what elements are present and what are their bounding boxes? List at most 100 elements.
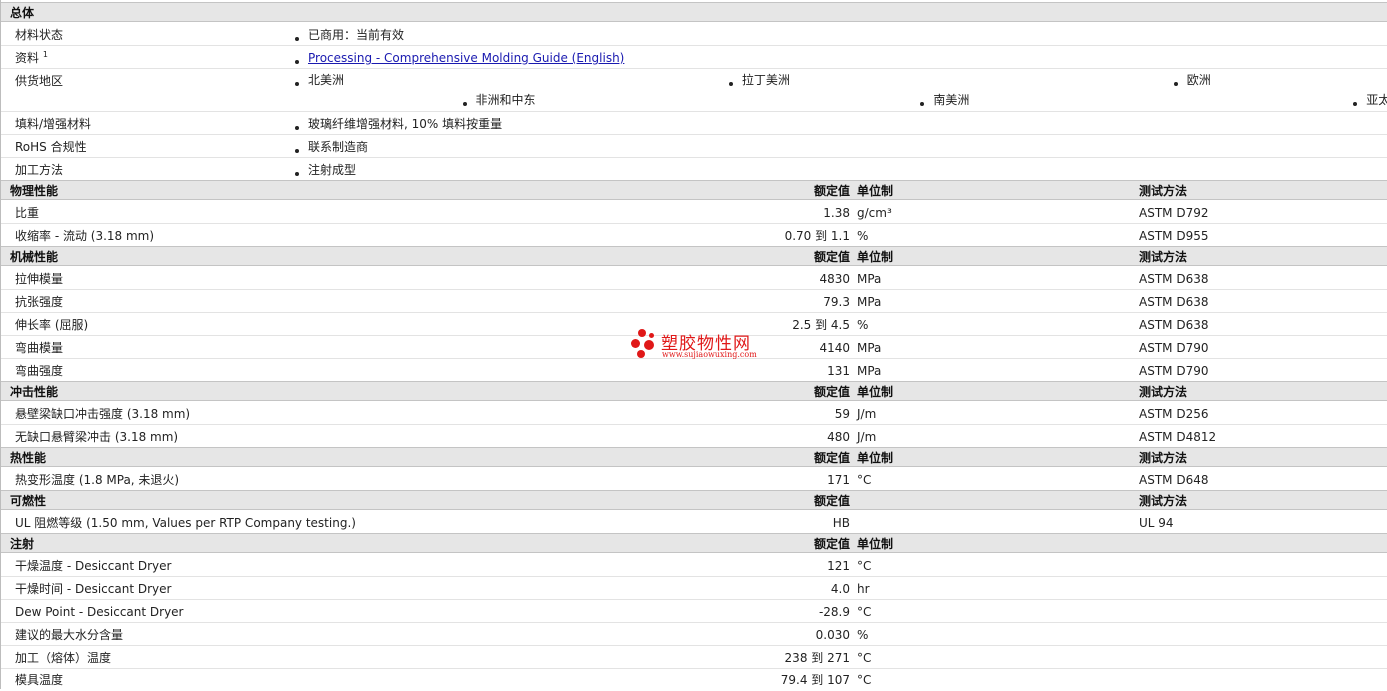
col-header-value: 额定值 — [813, 385, 850, 399]
row-test: UL 94 — [1139, 516, 1174, 530]
table-row: 供货地区 北美洲 拉丁美洲 欧洲 非洲和中东 南美洲 亚太地区 — [1, 69, 1387, 112]
section-header-physical: 物理性能 额定值 单位制 测试方法 — [1, 180, 1387, 200]
table-row: 加工方法 注射成型 — [1, 158, 1387, 181]
row-item: 玻璃纤维增强材料, 10% 填料按重量 — [292, 117, 502, 131]
row-label: 资料 1 — [15, 47, 48, 69]
row-test: ASTM D256 — [1139, 407, 1209, 421]
row-label: 比重 — [15, 206, 40, 220]
section-header-flammability: 可燃性 额定值 测试方法 — [1, 490, 1387, 510]
section-title: 热性能 — [10, 451, 47, 465]
row-item: 已商用：当前有效 — [292, 28, 404, 42]
row-unit: °C — [857, 605, 872, 619]
row-unit: MPa — [857, 341, 882, 355]
col-header-test: 测试方法 — [1139, 184, 1188, 198]
row-unit: MPa — [857, 272, 882, 286]
table-row: 材料状态 已商用：当前有效 — [1, 23, 1387, 46]
row-value: 0.70 到 1.1 — [784, 229, 850, 243]
col-header-unit: 单位制 — [857, 451, 894, 465]
row-unit: % — [857, 318, 869, 332]
col-header-unit: 单位制 — [857, 250, 894, 264]
table-row: 资料 1 Processing - Comprehensive Molding … — [1, 46, 1387, 69]
row-unit: °C — [857, 673, 872, 687]
table-row: 干燥温度 - Desiccant Dryer 121 °C — [1, 554, 1387, 577]
row-value: 79.4 到 107 — [780, 673, 850, 687]
row-value: 131 — [827, 364, 850, 378]
row-label: 伸长率 (屈服) — [15, 318, 89, 332]
row-label: Dew Point - Desiccant Dryer — [15, 605, 184, 619]
section-title: 可燃性 — [10, 494, 47, 508]
col-header-value: 额定值 — [813, 494, 850, 508]
table-row: 拉伸模量 4830 MPa ASTM D638 — [1, 267, 1387, 290]
row-value: HB — [832, 516, 850, 530]
col-header-unit: 单位制 — [857, 537, 894, 551]
row-value: 79.3 — [823, 295, 850, 309]
row-value: 2.5 到 4.5 — [792, 318, 850, 332]
row-test: ASTM D638 — [1139, 295, 1209, 309]
row-test: ASTM D648 — [1139, 473, 1209, 487]
row-unit: °C — [857, 473, 872, 487]
col-header-test: 测试方法 — [1139, 385, 1188, 399]
molding-guide-link[interactable]: Processing - Comprehensive Molding Guide… — [308, 51, 624, 65]
row-label: 建议的最大水分含量 — [15, 628, 124, 642]
row-label: UL 阻燃等级 (1.50 mm, Values per RTP Company… — [15, 516, 356, 530]
label-text: 资料 — [15, 51, 40, 65]
table-row: 热变形温度 (1.8 MPa, 未退火) 171 °C ASTM D648 — [1, 468, 1387, 491]
row-test: ASTM D638 — [1139, 318, 1209, 332]
row-label: 模具温度 — [15, 673, 64, 687]
row-unit: °C — [857, 559, 872, 573]
row-test: ASTM D792 — [1139, 206, 1209, 220]
row-test: ASTM D790 — [1139, 341, 1209, 355]
table-row: 悬壁梁缺口冲击强度 (3.18 mm) 59 J/m ASTM D256 — [1, 402, 1387, 425]
section-title: 总体 — [10, 6, 35, 20]
region-item: 非洲和中东 — [460, 93, 536, 107]
row-unit: MPa — [857, 295, 882, 309]
table-row: 干燥时间 - Desiccant Dryer 4.0 hr — [1, 577, 1387, 600]
row-value: 59 — [834, 407, 850, 421]
row-label: 干燥时间 - Desiccant Dryer — [15, 582, 172, 596]
region-item: 北美洲 — [292, 73, 344, 87]
table-row: 建议的最大水分含量 0.030 % — [1, 623, 1387, 646]
row-unit: % — [857, 628, 869, 642]
row-value: 4830 — [819, 272, 850, 286]
row-test: ASTM D638 — [1139, 272, 1209, 286]
row-test: ASTM D955 — [1139, 229, 1209, 243]
row-label: 无缺口悬臂梁冲击 (3.18 mm) — [15, 430, 179, 444]
col-header-value: 额定值 — [813, 250, 850, 264]
col-header-value: 额定值 — [813, 537, 850, 551]
row-test: ASTM D790 — [1139, 364, 1209, 378]
col-header-test: 测试方法 — [1139, 250, 1188, 264]
row-label: 供货地区 — [15, 74, 64, 88]
col-header-unit: 单位制 — [857, 385, 894, 399]
datasheet: 总体 材料状态 已商用：当前有效 资料 1 Processing - Compr… — [0, 0, 1387, 689]
row-unit: J/m — [857, 430, 877, 444]
region-item: 拉丁美洲 — [726, 73, 790, 87]
row-item: 联系制造商 — [292, 140, 368, 154]
site-watermark: 塑胶物性网 www.sujiaowuxing.com — [631, 327, 771, 363]
region-item: 南美洲 — [917, 93, 969, 107]
table-row: UL 阻燃等级 (1.50 mm, Values per RTP Company… — [1, 511, 1387, 534]
section-title: 冲击性能 — [10, 385, 59, 399]
row-label: 干燥温度 - Desiccant Dryer — [15, 559, 172, 573]
col-header-test: 测试方法 — [1139, 494, 1188, 508]
section-header-impact: 冲击性能 额定值 单位制 测试方法 — [1, 381, 1387, 401]
section-header-general: 总体 — [1, 2, 1387, 22]
section-title: 注射 — [10, 537, 35, 551]
row-label: 拉伸模量 — [15, 272, 64, 286]
row-value: 121 — [827, 559, 850, 573]
table-row: 抗张强度 79.3 MPa ASTM D638 — [1, 290, 1387, 313]
row-item: Processing - Comprehensive Molding Guide… — [292, 51, 624, 65]
region-item: 欧洲 — [1171, 73, 1211, 87]
footnote-marker: 1 — [42, 50, 48, 59]
row-unit: J/m — [857, 407, 877, 421]
row-value: 171 — [827, 473, 850, 487]
region-item: 亚太地区 — [1350, 93, 1387, 107]
row-label: 收缩率 - 流动 (3.18 mm) — [15, 229, 155, 243]
row-value: 238 到 271 — [784, 651, 850, 665]
col-header-unit: 单位制 — [857, 184, 894, 198]
section-header-thermal: 热性能 额定值 单位制 测试方法 — [1, 447, 1387, 467]
col-header-value: 额定值 — [813, 184, 850, 198]
row-value: 0.030 — [815, 628, 850, 642]
row-label: 抗张强度 — [15, 295, 64, 309]
watermark-url: www.sujiaowuxing.com — [662, 350, 757, 359]
row-label: RoHS 合规性 — [15, 140, 87, 154]
